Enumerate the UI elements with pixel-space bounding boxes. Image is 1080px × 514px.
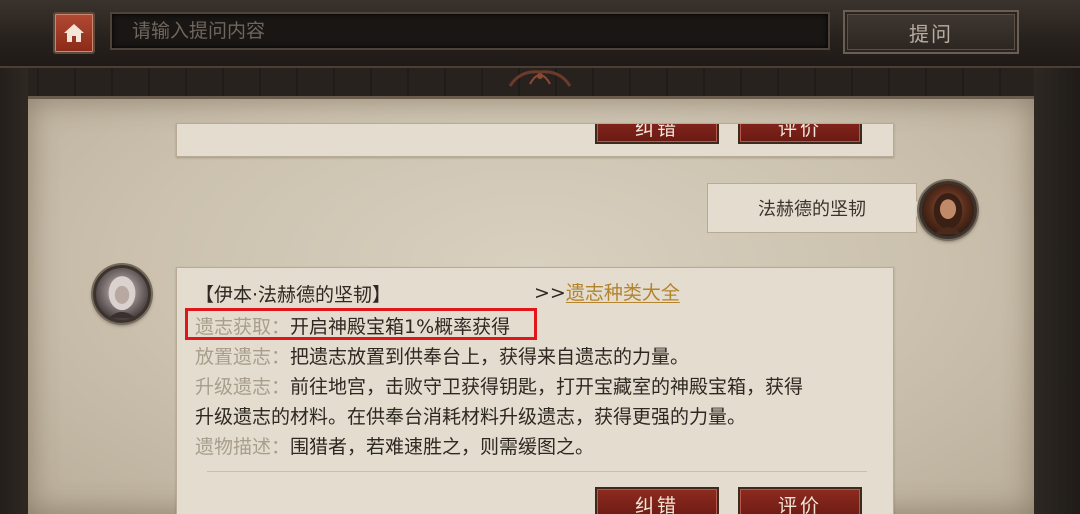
assistant-avatar bbox=[93, 265, 151, 323]
answer-row: 升级遗志：前往地宫，击败守卫获得钥匙，打开宝藏室的神殿宝箱，获得 bbox=[195, 372, 803, 399]
rate-button[interactable]: 评价 bbox=[738, 487, 862, 514]
home-icon bbox=[64, 24, 84, 42]
row-value: 把遗志放置到供奉台上，获得来自遗志的力量。 bbox=[290, 346, 690, 368]
highlight-box bbox=[185, 308, 537, 340]
previous-answer-card: 纠错 评价 bbox=[176, 123, 894, 157]
answer-card: 【伊本·法赫德的坚韧】 >>遗志种类大全 遗志获取：开启神殿宝箱1%概率获得 放… bbox=[176, 267, 894, 514]
user-message-bubble: 法赫德的坚韧 bbox=[707, 183, 926, 233]
row-value: 围猎者，若难速胜之，则需缓图之。 bbox=[290, 436, 595, 458]
frame-right bbox=[1034, 68, 1080, 514]
user-avatar bbox=[919, 181, 977, 239]
frame-left bbox=[0, 68, 28, 514]
previous-correct-button[interactable]: 纠错 bbox=[595, 124, 719, 144]
wiki-link-prefix: >> bbox=[534, 282, 566, 304]
row-value: 前往地宫，击败守卫获得钥匙，打开宝藏室的神殿宝箱，获得 bbox=[290, 376, 804, 398]
answer-title: 【伊本·法赫德的坚韧】 bbox=[195, 284, 392, 306]
ornament-icon bbox=[508, 70, 572, 87]
user-message-text: 法赫德的坚韧 bbox=[758, 199, 866, 220]
row-label: 升级遗志： bbox=[195, 376, 291, 398]
wiki-link[interactable]: >>遗志种类大全 bbox=[534, 278, 680, 305]
answer-row: 放置遗志：把遗志放置到供奉台上，获得来自遗志的力量。 bbox=[195, 342, 689, 369]
answer-row: 遗物描述：围猎者，若难速胜之，则需缓图之。 bbox=[195, 432, 594, 459]
previous-rate-button[interactable]: 评价 bbox=[738, 124, 862, 144]
chat-panel[interactable]: 纠错 评价 法赫德的坚韧 【伊本·法赫德的坚韧】 >>遗志种类大全 遗志获取：开… bbox=[28, 96, 1034, 514]
top-bar: 提问 bbox=[0, 0, 1080, 68]
ask-button[interactable]: 提问 bbox=[843, 10, 1019, 54]
wiki-link-text[interactable]: 遗志种类大全 bbox=[566, 282, 680, 304]
search-input[interactable] bbox=[132, 14, 828, 48]
row-value: 升级遗志的材料。在供奉台消耗材料升级遗志，获得更强的力量。 bbox=[195, 406, 747, 428]
search-box bbox=[110, 12, 830, 50]
answer-row: 升级遗志的材料。在供奉台消耗材料升级遗志，获得更强的力量。 bbox=[195, 402, 746, 429]
row-label: 遗物描述： bbox=[195, 436, 291, 458]
divider bbox=[207, 471, 867, 472]
correct-button[interactable]: 纠错 bbox=[595, 487, 719, 514]
row-label: 放置遗志： bbox=[195, 346, 291, 368]
assistant-portrait-icon bbox=[108, 276, 136, 319]
home-button[interactable] bbox=[53, 12, 95, 54]
user-portrait-icon bbox=[933, 192, 963, 235]
